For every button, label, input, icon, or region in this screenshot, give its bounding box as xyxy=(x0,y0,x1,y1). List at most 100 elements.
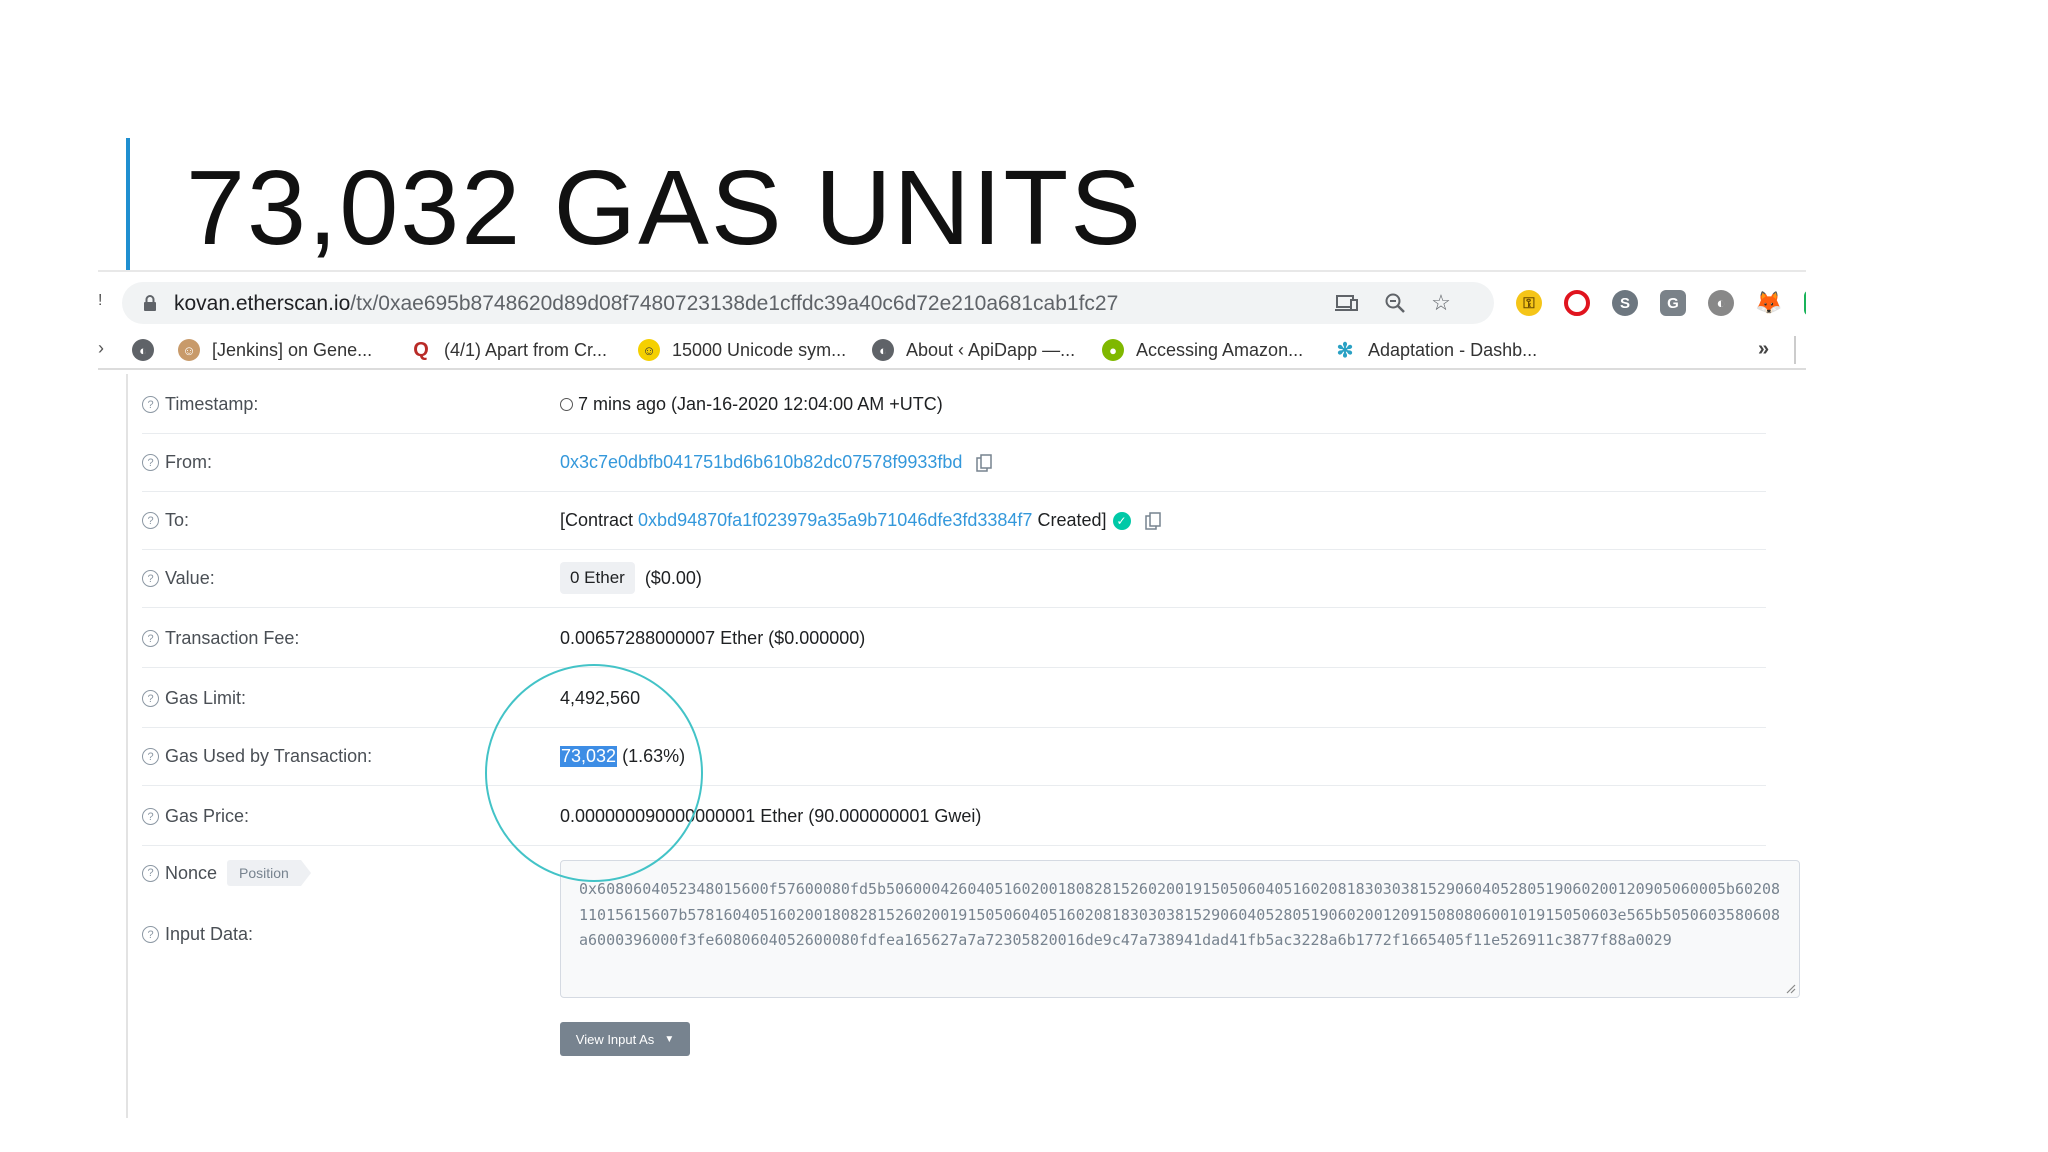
bookmark-item-6[interactable]: ✻ Adaptation - Dashb... xyxy=(1334,336,1537,364)
to-prefix: [Contract xyxy=(560,510,634,530)
help-icon[interactable]: ? xyxy=(142,808,159,825)
metamask-extension-icon[interactable]: 🦊 xyxy=(1755,290,1783,316)
tree-icon: ✻ xyxy=(1334,339,1356,362)
contract-address-link[interactable]: 0xbd94870fa1f023979a35a9b71046dfe3fd3384… xyxy=(638,510,1032,531)
json-extension-icon[interactable]: {} xyxy=(1804,290,1806,316)
bookmark-label: (4/1) Apart from Cr... xyxy=(444,339,608,360)
row-gas-limit: ? Gas Limit: 4,492,560 xyxy=(142,668,1766,728)
row-from: ? From: 0x3c7e0dbfb041751bd6b610b82dc0757… xyxy=(142,434,1766,492)
from-value: 0x3c7e0dbfb041751bd6b610b82dc07578f9933f… xyxy=(560,452,993,473)
copy-icon[interactable] xyxy=(976,453,993,472)
grammarly-extension-icon[interactable]: G xyxy=(1660,290,1686,316)
help-icon[interactable]: ? xyxy=(142,864,159,882)
bookmark-item-2[interactable]: Q (4/1) Apart from Cr... xyxy=(410,336,607,364)
gas-used-label: ? Gas Used by Transaction: xyxy=(142,746,372,767)
help-icon[interactable]: ? xyxy=(142,630,159,647)
to-value: [Contract 0xbd94870fa1f023979a35a9b71046… xyxy=(560,510,1161,531)
content-left-rule xyxy=(126,374,128,1118)
row-transaction-fee: ? Transaction Fee: 0.00657288000007 Ether… xyxy=(142,608,1766,668)
bookmarks-bar: › ◐ ☺ [Jenkins] on Gene... Q (4/1) Apart… xyxy=(98,330,1806,370)
cast-icon[interactable] xyxy=(1334,291,1360,315)
bookmark-label: About ‹ ApiDapp —... xyxy=(906,339,1076,360)
row-timestamp: ? Timestamp: 7 mins ago (Jan-16-2020 12:0… xyxy=(142,374,1766,434)
label-text: Gas Used by Transaction: xyxy=(165,746,373,766)
position-tag: Position xyxy=(227,860,311,886)
bookmarks-overflow-button[interactable]: » xyxy=(1758,338,1769,361)
bookmark-item-4[interactable]: ◐ About ‹ ApiDapp —... xyxy=(872,336,1075,364)
highlight-circle xyxy=(485,664,703,882)
fee-value: 0.00657288000007 Ether ($0.000000) xyxy=(560,628,866,648)
skype-extension-icon[interactable]: S xyxy=(1612,290,1638,316)
row-value: ? Value: 0 Ether ($0.00) xyxy=(142,550,1766,608)
copy-icon[interactable] xyxy=(1144,511,1161,530)
smiley-icon: ☺ xyxy=(638,339,660,361)
label-text: To: xyxy=(165,510,190,530)
fee-label: ? Transaction Fee: xyxy=(142,628,299,649)
nonce-label: ? Nonce Position xyxy=(142,860,311,886)
input-data-text: 0x6080604052348015600f57600080fd5b506000… xyxy=(579,880,1781,949)
slide-title: 73,032 GAS UNITS xyxy=(186,149,1143,267)
help-icon[interactable]: ? xyxy=(142,512,159,529)
lock-icon xyxy=(144,295,156,311)
view-input-as-button[interactable]: View Input As ▼ xyxy=(560,1022,690,1056)
help-icon[interactable]: ? xyxy=(142,570,159,587)
timestamp-value: 7 mins ago (Jan-16-2020 12:04:00 AM +UTC… xyxy=(560,394,943,415)
help-icon[interactable]: ? xyxy=(142,926,159,943)
bookmark-item-5[interactable]: ● Accessing Amazon... xyxy=(1102,336,1303,364)
timestamp-label: ? Timestamp: xyxy=(142,394,258,415)
gas-limit-label: ? Gas Limit: xyxy=(142,688,246,709)
label-text: Input Data: xyxy=(165,924,254,944)
help-icon[interactable]: ? xyxy=(142,690,159,707)
bookmarks-edge-icon: › xyxy=(98,338,104,358)
opera-extension-icon[interactable] xyxy=(1564,290,1590,316)
bookmark-star-icon[interactable]: ☆ xyxy=(1428,290,1454,315)
url-path: /tx/0xae695b8748620d89d08f7480723138de1c… xyxy=(350,292,1119,315)
jenkins-icon: ☺ xyxy=(178,339,200,361)
globe-icon: ◐ xyxy=(132,339,154,361)
label-text: Timestamp: xyxy=(165,394,259,414)
help-icon[interactable]: ? xyxy=(142,396,159,413)
bookmark-label: Adaptation - Dashb... xyxy=(1368,339,1538,360)
to-label: ? To: xyxy=(142,510,189,531)
bookmark-label: Accessing Amazon... xyxy=(1136,339,1304,360)
chevron-down-icon: ▼ xyxy=(664,1033,675,1045)
key-extension-icon[interactable]: ⚿ xyxy=(1516,290,1542,316)
value-value: 0 Ether ($0.00) xyxy=(560,562,702,594)
from-label: ? From: xyxy=(142,452,212,473)
row-gas-used: ? Gas Used by Transaction: 73,032 (1.63%) xyxy=(142,728,1766,786)
bookmark-item-3[interactable]: ☺ 15000 Unicode sym... xyxy=(638,336,846,364)
clock-icon xyxy=(560,398,573,411)
label-text: Gas Limit: xyxy=(165,688,247,708)
address-bar[interactable]: kovan.etherscan.io/tx/0xae695b8748620d89… xyxy=(122,282,1494,324)
address-bar-row: ! kovan.etherscan.io/tx/0xae695b8748620d… xyxy=(98,278,1806,328)
circle-extension-icon[interactable]: ◐ xyxy=(1708,290,1734,316)
verified-check-icon: ✓ xyxy=(1112,511,1131,530)
resize-grip-icon[interactable] xyxy=(1784,982,1796,994)
row-to: ? To: [Contract 0xbd94870fa1f023979a35a9b… xyxy=(142,492,1766,550)
title-accent-line xyxy=(126,138,130,272)
bookmark-label: [Jenkins] on Gene... xyxy=(212,339,373,360)
quora-icon: Q xyxy=(410,339,432,361)
label-text: Transaction Fee: xyxy=(165,628,300,648)
gas-price-label: ? Gas Price: xyxy=(142,806,249,827)
label-text: From: xyxy=(165,452,212,472)
browser-screenshot: ! kovan.etherscan.io/tx/0xae695b8748620d… xyxy=(98,270,1806,1118)
bookmark-item-1[interactable]: ☺ [Jenkins] on Gene... xyxy=(178,336,372,364)
url-host: kovan.etherscan.io xyxy=(174,292,351,315)
from-address-link[interactable]: 0x3c7e0dbfb041751bd6b610b82dc07578f9933f… xyxy=(560,452,962,473)
url-text[interactable]: kovan.etherscan.io/tx/0xae695b8748620d89… xyxy=(174,292,1118,316)
label-text: Nonce xyxy=(165,862,218,883)
leaf-icon: ● xyxy=(1102,339,1124,361)
tab-edge-marker: ! xyxy=(98,292,103,309)
value-text: 7 mins ago (Jan-16-2020 12:04:00 AM +UTC… xyxy=(578,394,943,414)
help-icon[interactable]: ? xyxy=(142,748,159,765)
help-icon[interactable]: ? xyxy=(142,454,159,471)
label-text: Value: xyxy=(165,568,215,588)
zoom-icon[interactable] xyxy=(1382,291,1408,315)
value-label: ? Value: xyxy=(142,568,215,589)
usd-value: ($0.00) xyxy=(644,567,702,588)
input-data-textarea[interactable]: 0x6080604052348015600f57600080fd5b506000… xyxy=(560,860,1800,998)
to-suffix: Created] xyxy=(1037,510,1107,530)
bookmark-globe[interactable]: ◐ xyxy=(132,336,166,364)
ether-value-badge: 0 Ether xyxy=(560,562,635,594)
